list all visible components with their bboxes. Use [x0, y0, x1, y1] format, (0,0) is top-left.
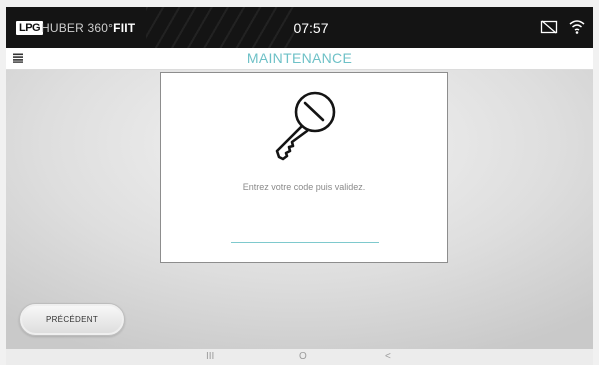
previous-button[interactable]: PRÉCÉDENT [19, 303, 125, 336]
key-icon [275, 91, 336, 161]
brand-suffix: FIIT [113, 21, 136, 35]
android-nav-bar: III O < [6, 349, 593, 365]
status-bar: LPG HUBER 360°FIIT 07:57 [6, 7, 593, 48]
wifi-icon [569, 20, 585, 34]
screen-off-icon [540, 20, 558, 34]
code-prompt: Entrez votre code puis validez. [242, 182, 366, 192]
code-input[interactable] [231, 220, 379, 243]
lpg-logo: LPG [16, 21, 44, 35]
page-header: MAINTENANCE [6, 48, 593, 70]
back-button[interactable]: < [385, 350, 391, 364]
brand-name-text: HUBER 360° [41, 21, 114, 35]
tablet-screen: LPG HUBER 360°FIIT 07:57 MAINTENANCE Ent… [6, 7, 593, 365]
clock: 07:57 [293, 20, 329, 36]
recent-apps-button[interactable]: III [206, 350, 214, 364]
brand-name: HUBER 360°FIIT [41, 20, 135, 36]
code-entry-dialog: Entrez votre code puis validez. [160, 72, 448, 263]
page-title: MAINTENANCE [246, 50, 353, 66]
home-button[interactable]: O [299, 350, 307, 364]
